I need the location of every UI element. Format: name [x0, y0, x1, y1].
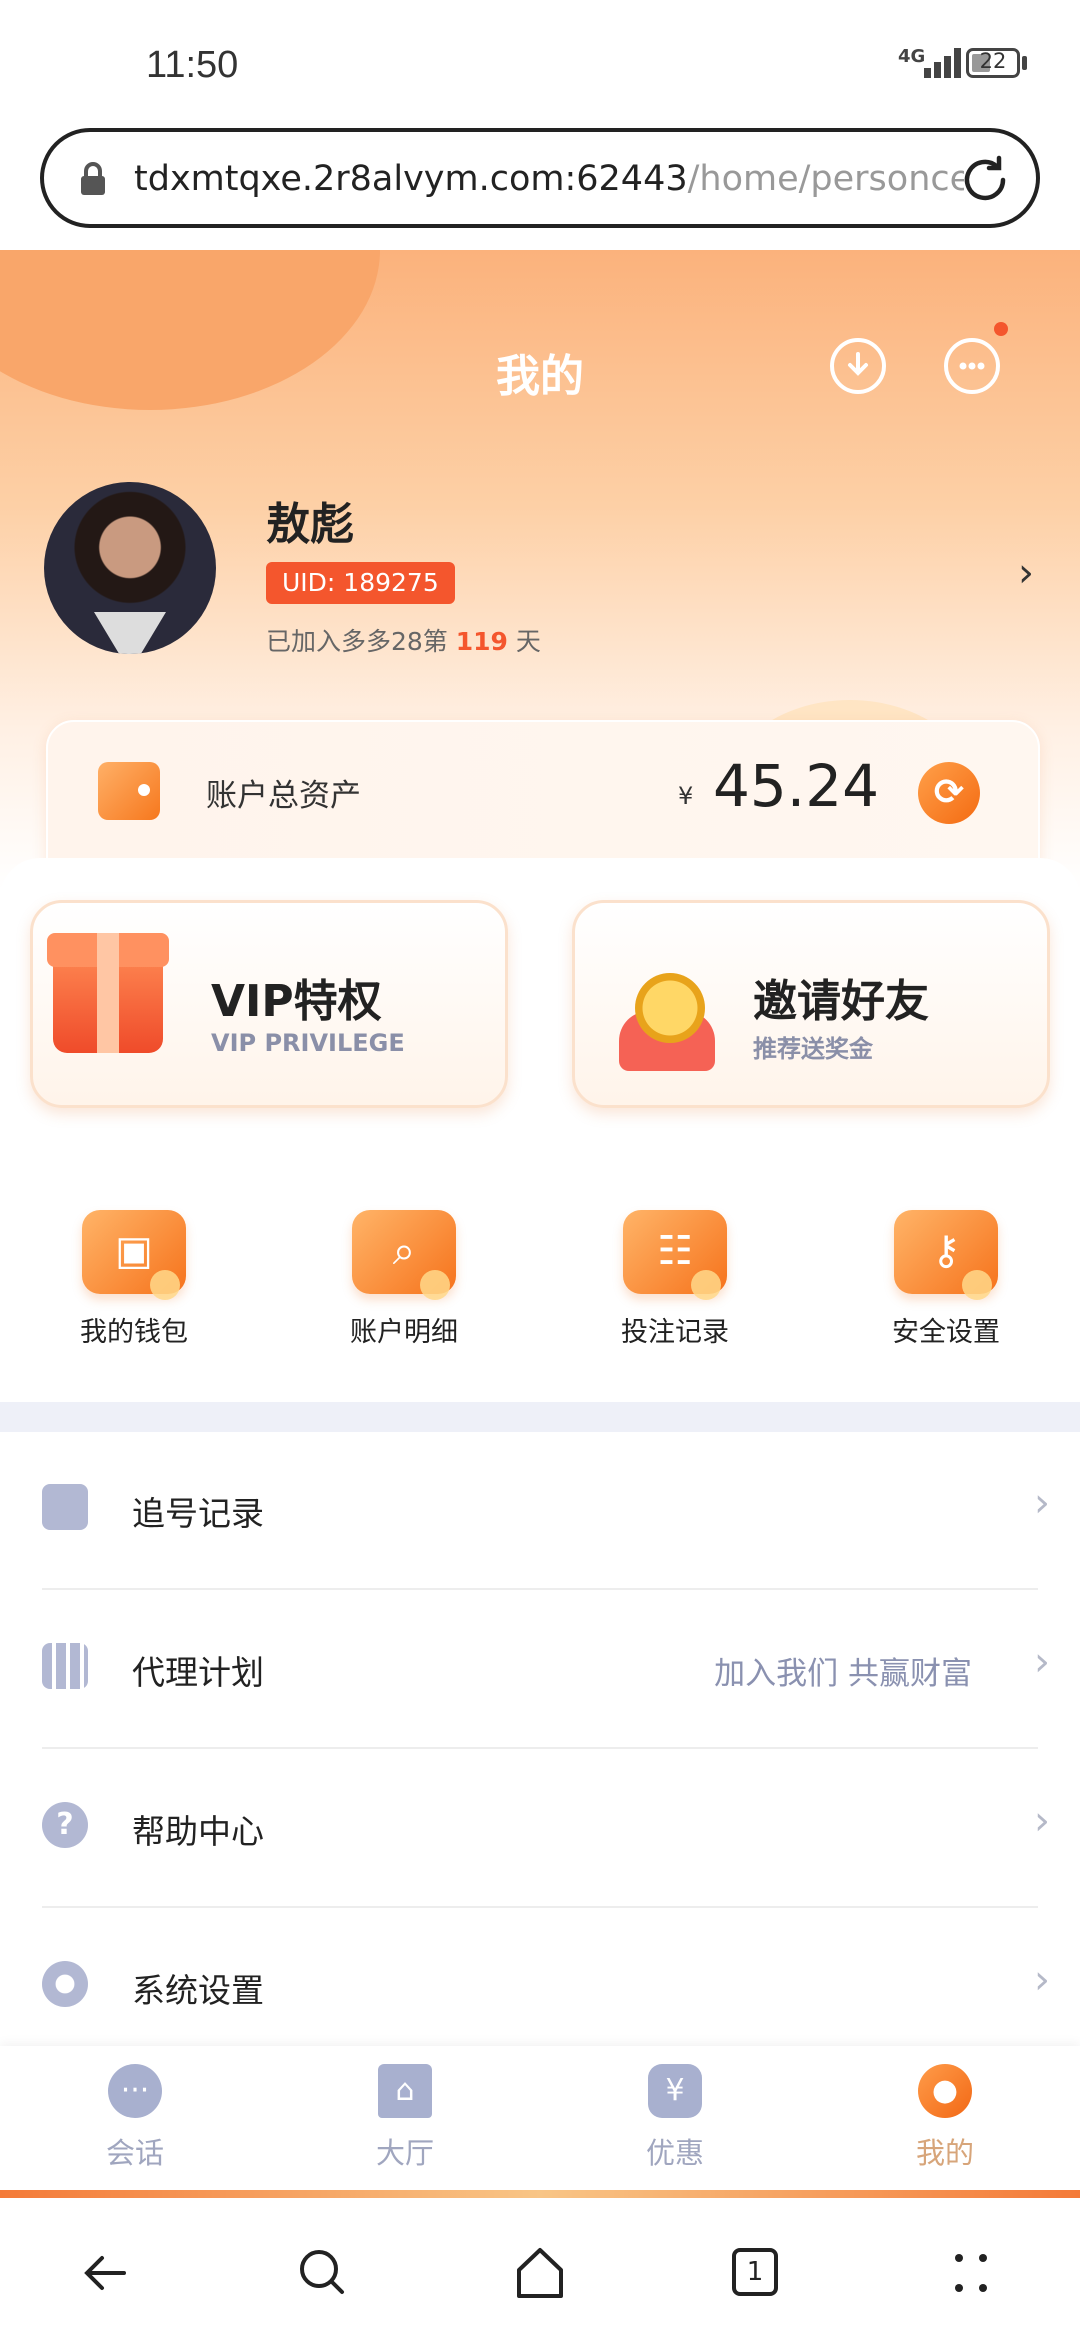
qrcode-icon: [42, 1643, 88, 1689]
quick-label: 安全设置: [892, 1317, 1000, 1348]
quick-label: 账户明细: [350, 1317, 458, 1348]
joined-count: 119: [455, 627, 508, 656]
chevron-right-icon: ›: [1034, 1639, 1050, 1685]
menu-label: 代理计划: [132, 1653, 264, 1692]
url-host: tdxmtqxe.2r8alvym.com:62443: [134, 159, 688, 199]
search-icon: ⌕: [352, 1210, 456, 1300]
signal-icon: [924, 48, 970, 78]
search-icon[interactable]: [288, 2238, 358, 2308]
divider: [42, 1906, 1038, 1908]
notification-dot: [994, 322, 1008, 336]
tab-mine[interactable]: ● 我的: [855, 2064, 1035, 2172]
gift-icon: [47, 933, 169, 1053]
main-panel: VIP特权 VIP PRIVILEGE 邀请好友 推荐送奖金 ▣ 我的钱包 ⌕ …: [0, 858, 1080, 1418]
download-icon[interactable]: [830, 338, 886, 394]
status-time: 11:50: [146, 44, 239, 86]
refresh-balance-icon[interactable]: ⟳: [918, 762, 980, 824]
menu-item-agent-plan[interactable]: 代理计划 加入我们 共赢财富 ›: [0, 1591, 1080, 1749]
network-label: 4G: [898, 46, 926, 67]
quick-security-settings[interactable]: ⚷ 安全设置: [866, 1210, 1026, 1349]
menu-item-chase-records[interactable]: 追号记录 ›: [0, 1432, 1080, 1590]
asset-balance: 45.24: [713, 752, 880, 820]
invite-friends-card[interactable]: 邀请好友 推荐送奖金: [572, 900, 1050, 1108]
document-icon: [42, 1484, 88, 1530]
quick-account-details[interactable]: ⌕ 账户明细: [324, 1210, 484, 1349]
page-title: 我的: [496, 351, 584, 402]
promo-title: VIP特权: [211, 976, 382, 1027]
battery-icon: 22: [966, 48, 1020, 78]
chevron-right-icon: ›: [1034, 1480, 1050, 1526]
wallet-icon: ▣: [82, 1210, 186, 1300]
clipboard-icon: ☷: [623, 1210, 727, 1300]
asset-label: 账户总资产: [206, 778, 361, 814]
more-icon[interactable]: [936, 2238, 1006, 2308]
url-text[interactable]: tdxmtqxe.2r8alvym.com:62443/home/personc…: [134, 154, 964, 204]
profile-chevron-icon[interactable]: ›: [1018, 550, 1034, 596]
back-icon[interactable]: [72, 2238, 142, 2308]
hall-icon: ⌂: [378, 2064, 432, 2118]
bottom-tab-bar: ··· 会话 ⌂ 大厅 ¥ 优惠 ● 我的: [0, 2046, 1080, 2194]
battery-tip: [1022, 56, 1027, 70]
reload-icon[interactable]: [959, 154, 1011, 206]
menu-label: 帮助中心: [132, 1812, 264, 1851]
tab-chat[interactable]: ··· 会话: [45, 2064, 225, 2172]
coupon-icon: ¥: [648, 2064, 702, 2118]
joined-prefix: 已加入多多28第: [266, 627, 448, 656]
quick-label: 我的钱包: [80, 1317, 188, 1348]
vip-privilege-card[interactable]: VIP特权 VIP PRIVILEGE: [30, 900, 508, 1108]
address-bar[interactable]: tdxmtqxe.2r8alvym.com:62443/home/personc…: [40, 128, 1040, 228]
username: 敖彪: [266, 499, 354, 550]
url-path: /home/personcente: [687, 159, 964, 199]
home-icon[interactable]: [505, 2238, 575, 2308]
chevron-right-icon: ›: [1034, 1957, 1050, 2003]
battery-level: 22: [979, 49, 1007, 73]
chevron-right-icon: ›: [1034, 1798, 1050, 1844]
wallet-icon: [98, 762, 160, 820]
user-icon: ●: [918, 2064, 972, 2118]
tab-count: 1: [732, 2248, 778, 2296]
section-divider: [0, 1402, 1080, 1432]
avatar[interactable]: [44, 482, 216, 654]
promo-title: 邀请好友: [753, 976, 929, 1027]
chat-icon: ···: [108, 2064, 162, 2118]
menu-item-system-settings[interactable]: 系统设置 ›: [0, 1909, 1080, 2067]
tab-promotions[interactable]: ¥ 优惠: [585, 2064, 765, 2172]
status-bar: 11:50 4G 22: [0, 0, 1080, 125]
tab-bar-accent: [0, 2190, 1080, 2198]
promo-subtitle: 推荐送奖金: [753, 1035, 873, 1063]
tab-label: 大厅: [375, 2136, 434, 2170]
lock-icon: [81, 162, 105, 195]
menu-extra: 加入我们 共赢财富: [714, 1656, 972, 1692]
joined-days: 已加入多多28第 119 天: [266, 622, 541, 658]
tabs-button[interactable]: 1: [720, 2238, 790, 2308]
network-indicator: 4G: [898, 46, 961, 78]
tab-label: 优惠: [645, 2136, 704, 2170]
uid-badge: UID: 189275: [266, 562, 455, 604]
currency-symbol: ¥: [678, 782, 694, 810]
tab-hall[interactable]: ⌂ 大厅: [315, 2064, 495, 2172]
gear-icon: [42, 1961, 88, 2007]
coin-hand-icon: [599, 941, 715, 1071]
help-icon: ?: [42, 1802, 88, 1848]
quick-bet-records[interactable]: ☷ 投注记录: [595, 1210, 755, 1349]
joined-suffix: 天: [515, 627, 541, 656]
divider: [42, 1747, 1038, 1749]
profile-header: 我的 敖彪 UID: 189275 已加入多多28第 119 天 › 账户总资产…: [0, 250, 1080, 890]
quick-label: 投注记录: [621, 1317, 729, 1348]
key-icon: ⚷: [894, 1210, 998, 1300]
browser-nav-bar: 1: [0, 2198, 1080, 2340]
divider: [42, 1588, 1038, 1590]
tab-label: 会话: [105, 2136, 164, 2170]
menu-item-help-center[interactable]: ? 帮助中心 ›: [0, 1750, 1080, 1908]
tab-label: 我的: [915, 2136, 974, 2170]
message-icon[interactable]: [944, 338, 1000, 394]
menu-label: 系统设置: [132, 1971, 264, 2010]
quick-wallet[interactable]: ▣ 我的钱包: [54, 1210, 214, 1349]
promo-subtitle: VIP PRIVILEGE: [211, 1029, 405, 1057]
menu-label: 追号记录: [132, 1494, 264, 1533]
